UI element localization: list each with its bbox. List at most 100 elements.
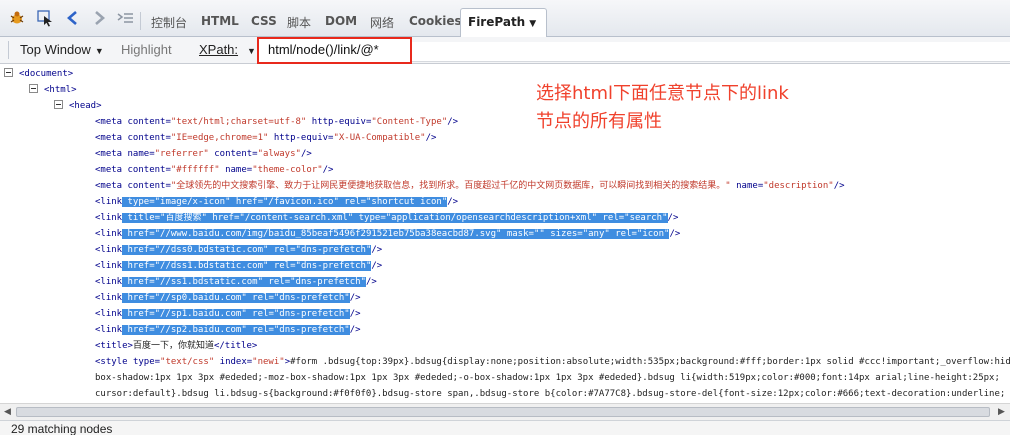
attribute-value: "dns-prefetch" (273, 325, 350, 335)
tree-node-head[interactable]: <head> (54, 98, 102, 114)
back-arrow-icon[interactable] (64, 9, 82, 27)
tab-net[interactable]: 网络 (370, 14, 394, 31)
xpath-type-selector[interactable]: XPath: ▼ (199, 42, 256, 57)
tree-node-style[interactable]: <style type="text/css" index="newi">#for… (95, 354, 1010, 370)
attribute-value: "#ffffff" (170, 165, 220, 175)
tree-node-document[interactable]: <document> (4, 66, 73, 82)
tree-node-title[interactable]: <title>百度一下，你就知道</title> (95, 338, 257, 354)
scroll-left-icon[interactable]: ◀ (4, 407, 11, 417)
xpath-label: XPath: (199, 42, 239, 57)
firebug-icon[interactable] (8, 9, 26, 27)
attribute-name: content (127, 181, 166, 191)
tab-firepath-label: FirePath (468, 15, 526, 29)
attribute-name: type (127, 197, 150, 207)
attribute-name: href (235, 197, 258, 207)
tree-node-link[interactable]: <link type="image/x-icon" href="/favicon… (95, 194, 458, 210)
tree-node-meta[interactable]: <meta content="IE=edge,chrome=1" http-eq… (95, 130, 436, 146)
attribute-name: rel (273, 245, 291, 255)
matched-attributes: href="//ss1.bdstatic.com" rel="dns-prefe… (122, 277, 366, 287)
xpath-input[interactable] (268, 42, 410, 57)
attribute-name: mask (506, 229, 529, 239)
attribute-name: rel (252, 325, 269, 335)
attribute-value: "Content-Type" (371, 117, 448, 127)
attribute-value: "dns-prefetch" (295, 261, 372, 271)
attribute-name: sizes (550, 229, 578, 239)
attribute-value: "//www.baidu.com/img/baidu_85beaf5496f29… (154, 229, 502, 239)
matched-attributes: type="image/x-icon" href="/favicon.ico" … (122, 197, 448, 207)
tree-node-html[interactable]: <html> (29, 82, 77, 98)
attribute-name: rel (344, 197, 361, 207)
collapse-toggle-icon[interactable] (29, 84, 38, 93)
tab-html[interactable]: HTML (201, 14, 239, 28)
attribute-value: "icon" (636, 229, 670, 239)
forward-arrow-icon[interactable] (90, 9, 108, 27)
tab-css[interactable]: CSS (251, 14, 277, 28)
chevron-down-icon: ▼ (247, 46, 256, 56)
attribute-value: "application/opensearchdescription+xml" (385, 213, 598, 223)
attribute-name: content (127, 165, 166, 175)
attribute-name: name (736, 181, 758, 191)
attribute-name: title (127, 213, 155, 223)
attribute-value: "always" (257, 149, 301, 159)
collapse-toggle-icon[interactable] (4, 68, 13, 77)
matched-attributes: href="//sp1.baidu.com" rel="dns-prefetch… (122, 309, 350, 319)
matched-attributes: href="//sp0.baidu.com" rel="dns-prefetch… (122, 293, 350, 303)
attribute-value: "全球领先的中文搜索引擎、致力于让网民更便捷地获取信息，找到所求。百度超过千亿的… (170, 181, 731, 191)
frame-selector[interactable]: Top Window ▼ (20, 42, 104, 57)
toolbar-divider (140, 12, 141, 30)
tree-node-link[interactable]: <link href="//ss1.bdstatic.com" rel="dns… (95, 274, 377, 290)
attribute-value: "shortcut icon" (365, 197, 448, 207)
annotation-line: 节点的所有属性 (536, 111, 662, 132)
highlight-button[interactable]: Highlight (121, 42, 172, 57)
tree-node-meta[interactable]: <meta content="全球领先的中文搜索引擎、致力于让网民更便捷地获取信… (95, 178, 845, 194)
horizontal-scrollbar[interactable]: ◀ ▶ (0, 403, 1010, 420)
tab-script[interactable]: 脚本 (287, 14, 311, 31)
attribute-value: "/content-search.xml" (239, 213, 354, 223)
attribute-name: rel (252, 293, 269, 303)
tree-node-meta[interactable]: <meta content="#ffffff" name="theme-colo… (95, 162, 333, 178)
tree-node-link[interactable]: <link href="//www.baidu.com/img/baidu_85… (95, 226, 680, 242)
attribute-value: "百度搜索" (160, 213, 207, 223)
attribute-value: "//ss1.bdstatic.com" (154, 277, 263, 287)
chevron-down-icon: ▼ (94, 46, 104, 56)
xpath-input-highlight (257, 37, 412, 64)
attribute-name: href (127, 325, 150, 335)
attribute-name: type (358, 213, 381, 223)
attribute-name: type (132, 357, 155, 367)
inspect-element-icon[interactable] (36, 9, 54, 27)
scrollbar-thumb[interactable] (16, 407, 990, 417)
attribute-value: "" (533, 229, 545, 239)
attribute-name: content (127, 117, 166, 127)
tab-cookies[interactable]: Cookies (409, 14, 462, 28)
tab-dom[interactable]: DOM (325, 14, 357, 28)
command-line-icon[interactable] (116, 9, 134, 27)
attribute-name: content (214, 149, 253, 159)
attribute-name: name (127, 149, 150, 159)
tree-node-meta[interactable]: <meta name="referrer" content="always"/> (95, 146, 312, 162)
collapse-toggle-icon[interactable] (54, 100, 63, 109)
attribute-name: href (127, 309, 150, 319)
tree-node-link[interactable]: <link href="//dss0.bdstatic.com" rel="dn… (95, 242, 382, 258)
attribute-value: "dns-prefetch" (290, 277, 366, 287)
tab-console[interactable]: 控制台 (151, 14, 187, 31)
match-count: 29 matching nodes (11, 422, 113, 435)
attribute-name: href (127, 261, 150, 271)
attribute-value: "theme-color" (252, 165, 323, 175)
tree-node-link[interactable]: <link href="//dss1.bdstatic.com" rel="dn… (95, 258, 382, 274)
attribute-value: "any" (582, 229, 610, 239)
attribute-value: "newi" (252, 357, 285, 367)
attribute-value: "text/css" (160, 357, 215, 367)
attribute-name: rel (252, 309, 269, 319)
attribute-value: "dns-prefetch" (273, 293, 350, 303)
tree-node-link[interactable]: <link title="百度搜索" href="/content-search… (95, 210, 678, 226)
tree-node-link[interactable]: <link href="//sp2.baidu.com" rel="dns-pr… (95, 322, 361, 338)
tree-node-meta[interactable]: <meta content="text/html;charset=utf-8" … (95, 114, 458, 130)
attribute-value: "image/x-icon" (154, 197, 231, 207)
xpath-input-extension[interactable] (412, 42, 1010, 62)
tab-firepath[interactable]: FirePath ▼ (460, 8, 548, 38)
attribute-name: rel (615, 229, 632, 239)
scroll-right-icon[interactable]: ▶ (998, 407, 1005, 417)
frame-selector-label: Top Window (20, 42, 91, 57)
tree-node-link[interactable]: <link href="//sp1.baidu.com" rel="dns-pr… (95, 306, 361, 322)
tree-node-link[interactable]: <link href="//sp0.baidu.com" rel="dns-pr… (95, 290, 361, 306)
